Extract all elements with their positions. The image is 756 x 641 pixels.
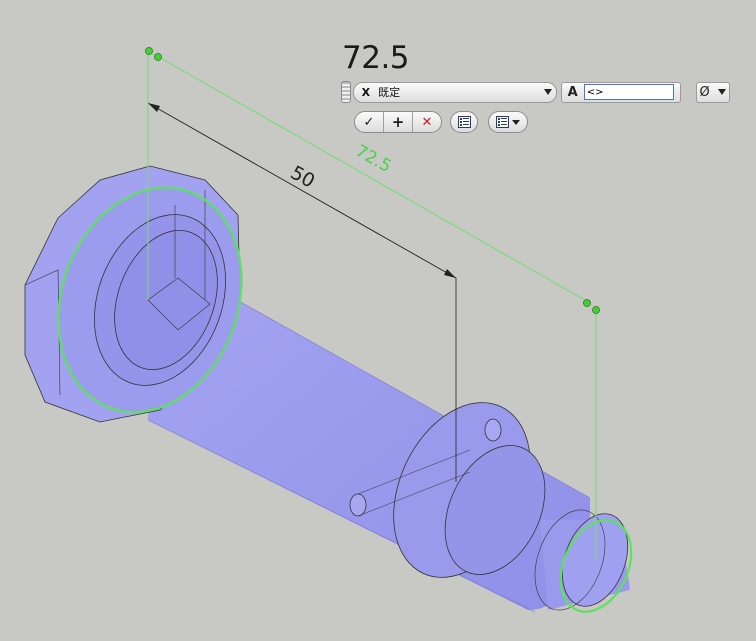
list-button[interactable]: [450, 111, 478, 133]
check-icon: ✓: [363, 114, 375, 130]
symbol-button-group[interactable]: Ø: [695, 81, 730, 103]
add-button[interactable]: +: [384, 112, 413, 132]
chevron-down-icon: [512, 119, 520, 125]
grip-point[interactable]: [583, 299, 591, 307]
text-style-selected: 既定: [378, 86, 401, 99]
toolbar-grip-handle[interactable]: [341, 81, 351, 103]
list-icon: [457, 116, 471, 128]
dimension-text-toolbar: X 既定 A Ø: [341, 80, 730, 104]
grip-point[interactable]: [154, 53, 162, 61]
style-prefix: X: [361, 85, 371, 99]
dimension-label-50[interactable]: 50: [287, 162, 319, 193]
cancel-button[interactable]: ✕: [413, 112, 441, 132]
dimension-action-row: ✓ + ✕: [354, 111, 528, 133]
dimension-label-preview[interactable]: 72.5: [352, 141, 395, 177]
dimension-text-input[interactable]: [583, 84, 674, 100]
list-menu-button[interactable]: [488, 111, 528, 133]
ok-button[interactable]: ✓: [355, 112, 384, 132]
grip-point[interactable]: [145, 47, 153, 55]
chevron-down-icon[interactable]: [718, 88, 726, 95]
chevron-down-icon[interactable]: [543, 88, 552, 95]
dimension-text-group: A: [560, 81, 681, 103]
text-style-combo[interactable]: X 既定: [352, 81, 557, 103]
diameter-symbol-icon[interactable]: Ø: [697, 85, 713, 100]
x-icon: ✕: [421, 114, 433, 130]
confirm-button-group: ✓ + ✕: [354, 111, 442, 133]
plus-icon: +: [391, 113, 405, 131]
dimension-value-readout: 72.5: [342, 40, 410, 76]
list-dropdown-icon: [496, 116, 509, 128]
grip-point[interactable]: [592, 306, 600, 314]
text-field-label: A: [567, 84, 578, 100]
